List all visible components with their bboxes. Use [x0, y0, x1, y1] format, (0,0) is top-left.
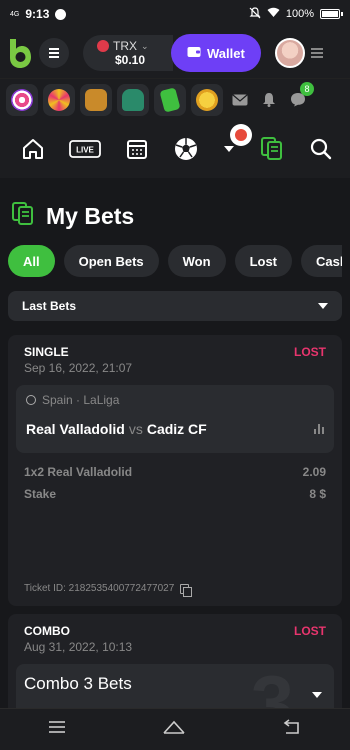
trx-coin-icon	[97, 40, 109, 52]
svg-text:LIVE: LIVE	[76, 146, 94, 155]
balance-selector[interactable]: TRX ⌄ $0.10	[83, 35, 173, 71]
game-tile-cash[interactable]	[154, 83, 186, 116]
game-tile-chest[interactable]	[80, 83, 112, 116]
target-icon	[11, 88, 33, 111]
menu-button[interactable]	[39, 38, 69, 68]
filter-cashed-out[interactable]: Cashe	[301, 245, 342, 277]
bet-type: COMBO	[24, 624, 70, 638]
mail-icon[interactable]	[228, 84, 252, 116]
selection-row: 1x2 Real Valladolid 2.09	[24, 465, 326, 479]
treasure-icon	[85, 88, 107, 111]
wifi-icon	[267, 7, 280, 21]
game-tile-target[interactable]	[6, 83, 38, 116]
page-title: My Bets	[46, 203, 135, 229]
bets-icon	[12, 202, 34, 231]
battery-percent: 100%	[285, 8, 314, 20]
profile-menu-icon[interactable]	[310, 48, 323, 58]
currency-code: TRX	[113, 39, 137, 53]
game-tile-wheel[interactable]	[43, 83, 75, 116]
menu-icon	[49, 48, 59, 58]
home-team: Real Valladolid	[26, 421, 125, 437]
period-dropdown-label: Last Bets	[22, 299, 77, 313]
match-teams: Real Valladolid vs Cadiz CF	[26, 421, 324, 437]
system-nav-bar	[0, 708, 350, 750]
coins-icon	[196, 88, 218, 111]
recent-apps-icon[interactable]	[48, 720, 66, 739]
away-team: Cadiz CF	[146, 421, 207, 437]
bet-filter-tabs: All Open Bets Won Lost Cashe	[8, 245, 342, 291]
chat-badge: 8	[300, 81, 314, 96]
soccer-ball-icon	[26, 395, 36, 405]
vs-label: vs	[128, 421, 143, 437]
bet-date: Sep 16, 2022, 21:07	[24, 361, 133, 375]
caret-down-icon	[224, 146, 234, 152]
sports-dropdown-caret[interactable]	[222, 124, 252, 162]
wallet-button[interactable]: Wallet	[171, 34, 261, 72]
main-nav: LIVE	[0, 120, 350, 178]
status-badge: LOST	[294, 624, 326, 638]
my-bets-page: My Bets All Open Bets Won Lost Cashe Las…	[0, 178, 350, 606]
status-badge: LOST	[294, 345, 326, 359]
stake-value: 8 $	[309, 487, 326, 501]
network-indicator: 4G	[10, 10, 20, 18]
ticket-id: Ticket ID: 2182535400772477027	[24, 583, 175, 594]
hot-badge	[230, 124, 252, 146]
live-icon[interactable]: LIVE	[69, 136, 101, 162]
stake-label: Stake	[24, 487, 57, 501]
copy-icon[interactable]	[180, 583, 193, 597]
stake-row: Stake 8 $	[24, 487, 326, 501]
fire-icon	[235, 129, 247, 141]
bet-card-single[interactable]: SINGLE Sep 16, 2022, 21:07 LOST Spain · …	[8, 335, 342, 606]
battery-icon	[320, 9, 343, 19]
filter-lost[interactable]: Lost	[234, 245, 293, 277]
period-dropdown[interactable]: Last Bets	[8, 291, 342, 321]
bet-date: Aug 31, 2022, 10:13	[24, 640, 133, 654]
game-tile-coins[interactable]	[191, 83, 223, 116]
status-bar: 4G 9:13 100%	[0, 0, 350, 28]
home-icon[interactable]	[20, 136, 46, 162]
wallet-label: Wallet	[207, 45, 245, 61]
messenger-notification-icon	[55, 8, 67, 20]
bell-icon[interactable]	[257, 84, 281, 116]
wheel-icon	[48, 88, 70, 111]
avatar[interactable]	[274, 38, 305, 68]
ticket-id-row: Ticket ID: 2182535400772477027	[16, 509, 334, 597]
page-header: My Bets	[8, 178, 342, 245]
app-header: TRX ⌄ $0.10 Wallet	[0, 28, 350, 78]
selection-label: 1x2 Real Valladolid	[24, 465, 133, 479]
alien-icon	[122, 88, 144, 111]
mute-icon	[249, 6, 261, 22]
games-strip: 8	[0, 78, 350, 120]
caret-down-icon	[318, 303, 328, 309]
chevron-down-icon: ⌄	[141, 40, 149, 51]
game-tile-alien[interactable]	[117, 83, 149, 116]
stats-icon[interactable]	[314, 424, 324, 434]
home-button-icon[interactable]	[162, 719, 186, 740]
filter-won[interactable]: Won	[167, 245, 226, 277]
match-box[interactable]: Spain · LaLiga Real Valladolid vs Cadiz …	[16, 385, 334, 453]
filter-all[interactable]: All	[8, 245, 55, 277]
balance-amount: $0.10	[114, 53, 146, 67]
soccer-ball-icon[interactable]	[173, 136, 199, 162]
chat-icon[interactable]: 8	[286, 81, 314, 116]
search-icon[interactable]	[308, 136, 334, 162]
combo-title: Combo 3 Bets	[24, 674, 132, 693]
league-name: Spain · LaLiga	[42, 393, 120, 407]
my-bets-icon[interactable]	[259, 136, 285, 162]
wallet-icon	[187, 46, 201, 61]
bc-logo[interactable]	[7, 37, 33, 69]
money-icon	[159, 86, 181, 113]
back-icon[interactable]	[282, 719, 302, 740]
odds-value: 2.09	[302, 465, 326, 479]
filter-open-bets[interactable]: Open Bets	[63, 245, 159, 277]
bet-type: SINGLE	[24, 345, 69, 359]
clock: 9:13	[25, 7, 50, 21]
calendar-icon[interactable]	[124, 136, 150, 162]
